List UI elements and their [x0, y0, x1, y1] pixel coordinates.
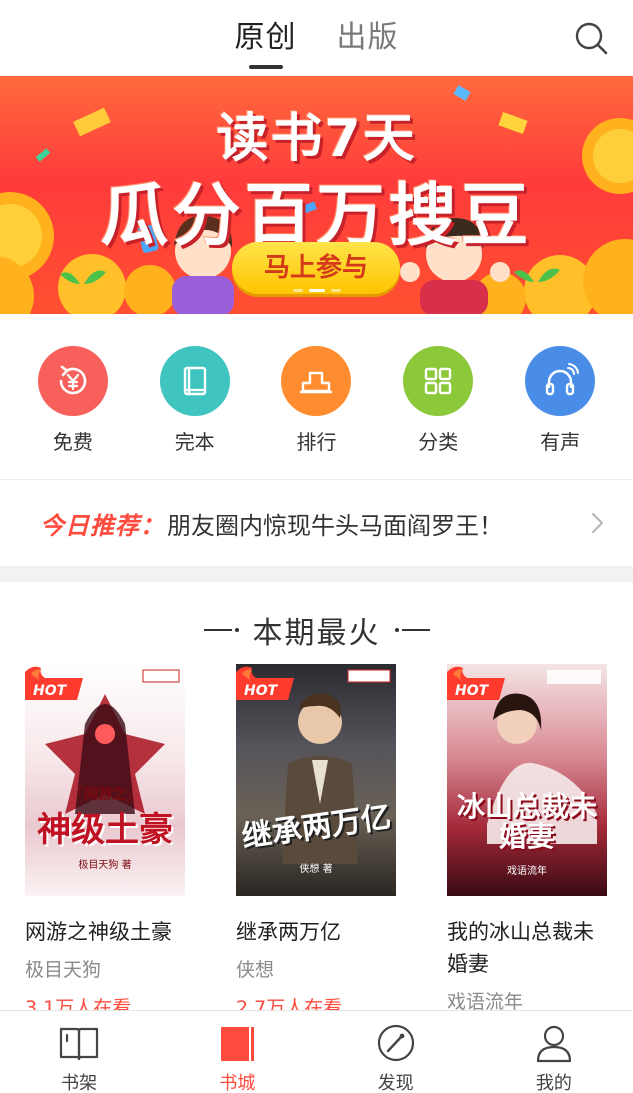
category-label: 排行 [296, 430, 337, 454]
hot-badge-text: HOT [33, 683, 68, 699]
book-readers: 2.7万人在看 [236, 997, 343, 1010]
banner-dot-active [308, 289, 325, 292]
top-tabs: 原创 出版 [0, 18, 633, 69]
hot-badge-icon: HOT [236, 666, 294, 700]
title-decoration-right [394, 628, 430, 632]
category-free[interactable]: 免费 [18, 314, 128, 479]
hot-badge-text: HOT [244, 683, 279, 699]
cover-author: 侠想 著 [299, 864, 333, 875]
book-author: 极目天狗 [25, 959, 102, 981]
hot-badge-icon: HOT [25, 666, 83, 700]
hot-books-list: 「网游之」 神级土豪 极目天狗 著 HOT 网游之神级土豪 极目天狗 3.1万人… [0, 664, 633, 1010]
book-card[interactable]: 冰山总裁未婚妻 戏语流年 HOT 我的冰山总裁未婚妻 戏语流年 [447, 664, 609, 1010]
category-ranking[interactable]: 排行 [261, 314, 371, 479]
nav-label: 我的 [535, 1073, 572, 1093]
nav-label: 书架 [61, 1073, 98, 1093]
banner-dot [330, 289, 341, 292]
bookstore-icon [215, 1023, 259, 1063]
nav-bookstore[interactable]: 书城 [158, 1011, 316, 1093]
category-completed[interactable]: 完本 [140, 314, 250, 479]
book-card[interactable]: 「网游之」 神级土豪 极目天狗 著 HOT 网游之神级土豪 极目天狗 3.1万人… [25, 664, 187, 1010]
category-label: 完本 [174, 430, 215, 454]
bottom-nav: 书架 书城 发现 我的 [0, 1010, 633, 1093]
book-readers: 3.1万人在看 [25, 997, 132, 1010]
category-label: 有声 [540, 430, 581, 454]
category-label: 分类 [418, 430, 459, 454]
section-title: 本期最火 [252, 616, 381, 651]
compass-icon [374, 1023, 418, 1063]
yuan-refresh-icon [37, 346, 108, 416]
today-tag: 今日推荐： [40, 511, 165, 540]
nav-label: 发现 [377, 1073, 414, 1093]
user-icon [532, 1023, 576, 1063]
nav-profile[interactable]: 我的 [475, 1011, 633, 1093]
today-headline: 朋友圈内惊现牛头马面阎罗王！ [167, 511, 503, 540]
chevron-right-icon [592, 513, 603, 533]
category-audio[interactable]: 有声 [505, 314, 615, 479]
book-icon [159, 346, 230, 416]
search-button[interactable] [573, 20, 609, 56]
nav-bookshelf[interactable]: 书架 [0, 1011, 158, 1093]
promo-banner[interactable]: 读书7天 瓜分百万搜豆 马上参与 [0, 76, 633, 314]
tab-published[interactable]: 出版 [337, 18, 399, 58]
title-decoration-left [203, 628, 239, 632]
section-header: 本期最火 [0, 608, 633, 652]
cover-title: 神级土豪 [37, 810, 173, 850]
tab-original[interactable]: 原创 [235, 18, 297, 69]
cover-subtitle: 「网游之」 [70, 787, 140, 803]
cover-title: 冰山总裁未婚妻 [456, 790, 597, 853]
book-title: 我的冰山总裁未婚妻 [447, 920, 594, 976]
category-shortcuts: 免费 完本 排行 分类 有声 [0, 314, 633, 479]
category-label: 免费 [52, 430, 93, 454]
join-now-button[interactable]: 马上参与 [232, 242, 400, 294]
top-header: 原创 出版 [0, 0, 633, 76]
podium-icon [281, 346, 352, 416]
nav-discover[interactable]: 发现 [317, 1011, 475, 1093]
book-title: 网游之神级土豪 [25, 920, 172, 944]
book-title: 继承两万亿 [236, 920, 341, 944]
app-root: 原创 出版 读书7天 瓜分百万搜豆 马上参与 免费 完本 排行 分类 有声 今日… [0, 0, 633, 1093]
book-card[interactable]: 继承两万亿 侠想 著 HOT 继承两万亿 侠想 2.7万人在看 [236, 664, 398, 1010]
section-separator [0, 566, 633, 582]
today-recommendation[interactable]: 今日推荐： 朋友圈内惊现牛头马面阎罗王！ [0, 480, 633, 566]
nav-label: 书城 [219, 1073, 256, 1093]
bookshelf-icon [57, 1023, 101, 1063]
headphones-icon [525, 346, 596, 416]
book-author: 侠想 [236, 959, 275, 981]
cover-author: 戏语流年 [507, 866, 547, 877]
category-genres[interactable]: 分类 [383, 314, 493, 479]
banner-pagination [0, 289, 633, 292]
hot-badge-icon: HOT [447, 666, 505, 700]
hot-badge-text: HOT [455, 683, 490, 699]
cover-author: 极目天狗 著 [78, 860, 132, 871]
banner-dot [292, 289, 303, 292]
search-icon [575, 22, 608, 55]
grid-icon [403, 346, 474, 416]
book-author: 戏语流年 [447, 991, 524, 1010]
